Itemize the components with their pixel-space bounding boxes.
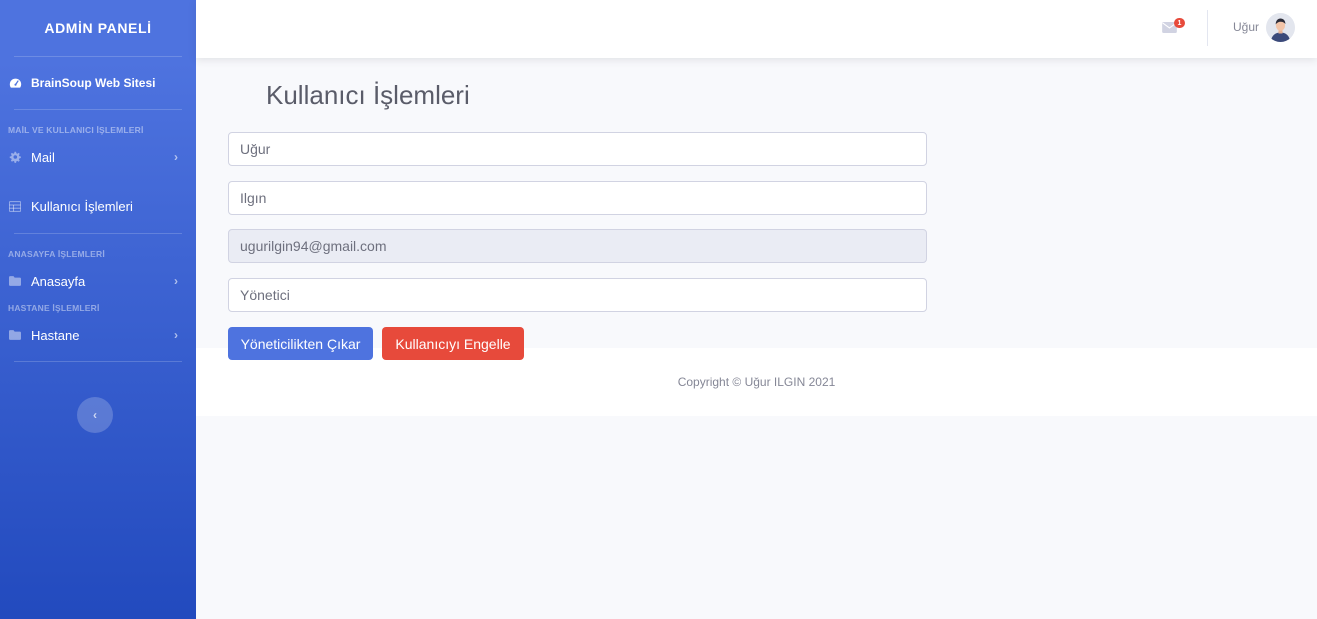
chevron-right-icon: › <box>174 328 178 342</box>
sidebar-item-label: Mail <box>31 149 55 165</box>
sidebar-item-dashboard[interactable]: BrainSoup Web Sitesi <box>0 57 196 109</box>
tachometer-icon <box>8 76 22 90</box>
notification-badge: 1 <box>1174 18 1185 28</box>
chevron-right-icon: › <box>174 274 178 288</box>
gear-icon <box>8 150 22 164</box>
user-name[interactable]: Uğur <box>1233 20 1259 34</box>
sidebar-divider <box>14 361 182 362</box>
sidebar-item-hastane[interactable]: Hastane › <box>0 313 196 357</box>
topbar-divider <box>1207 10 1208 46</box>
sidebar-heading: MAİL VE KULLANICI İŞLEMLERİ <box>8 125 144 135</box>
sidebar-brand[interactable]: ADMİN PANELİ <box>0 0 196 56</box>
page-title: Kullanıcı İşlemleri <box>266 80 470 110</box>
sidebar-item-label: Hastane <box>31 327 80 343</box>
table-icon <box>8 199 22 213</box>
sidebar-divider <box>14 233 182 234</box>
folder-icon <box>8 328 22 342</box>
email-field <box>228 229 927 263</box>
sidebar-heading: HASTANE İŞLEMLERİ <box>8 303 100 313</box>
block-user-button[interactable]: Kullanıcıyı Engelle <box>382 327 524 360</box>
user-avatar-icon <box>1266 13 1295 42</box>
sidebar-item-label: Kullanıcı İşlemleri <box>31 198 133 214</box>
sidebar-item-label: BrainSoup Web Sitesi <box>31 76 156 90</box>
last-name-field[interactable] <box>228 181 927 215</box>
sidebar-item-kullanici-islemleri[interactable]: Kullanıcı İşlemleri <box>0 179 196 233</box>
sidebar-item-anasayfa[interactable]: Anasayfa › <box>0 259 196 303</box>
avatar[interactable] <box>1266 13 1295 42</box>
topbar: 1 Uğur <box>196 0 1317 58</box>
sidebar: ADMİN PANELİ BrainSoup Web Sitesi MAİL V… <box>0 0 196 619</box>
folder-icon <box>8 274 22 288</box>
sidebar-item-mail[interactable]: Mail › <box>0 135 196 179</box>
role-field[interactable] <box>228 278 927 312</box>
first-name-field[interactable] <box>228 132 927 166</box>
sidebar-toggle-button[interactable]: ‹ <box>77 397 113 433</box>
chevron-right-icon: › <box>174 150 178 164</box>
copyright-text: Copyright © Uğur ILGIN 2021 <box>677 375 836 389</box>
remove-admin-button[interactable]: Yöneticilikten Çıkar <box>228 327 373 360</box>
chevron-left-icon: ‹ <box>93 408 97 422</box>
messages-button[interactable]: 1 <box>1162 18 1185 36</box>
sidebar-divider <box>14 109 182 110</box>
sidebar-item-label: Anasayfa <box>31 273 86 289</box>
sidebar-heading: ANASAYFA İŞLEMLERİ <box>8 249 105 259</box>
